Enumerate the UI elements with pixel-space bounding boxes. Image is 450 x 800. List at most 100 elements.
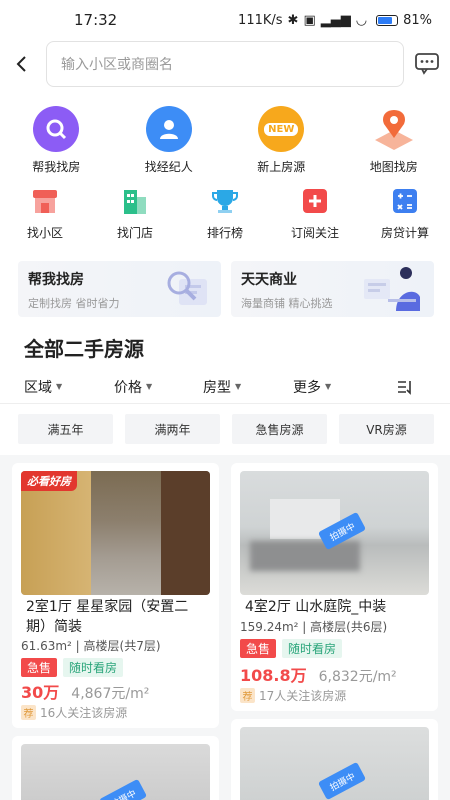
recommend-icon: 荐 [21, 705, 36, 720]
chevron-left-icon [16, 56, 26, 72]
follow-line: 荐 17人关注该房源 [240, 687, 346, 704]
nav-mortgage-calc[interactable]: 房贷计算 [360, 184, 450, 241]
listing-photo: 拍摄中 [240, 727, 429, 800]
listing-meta: 61.63m² | 高楼层(共7层) [21, 639, 161, 653]
nav-ranking[interactable]: 排行榜 [180, 184, 270, 241]
filter-more[interactable]: 更多 ▼ [293, 377, 331, 397]
listing-tags: 急售 随时看房 [240, 639, 343, 658]
total-price: 108.8万 [240, 666, 307, 685]
follow-line: 荐 16人关注该房源 [21, 704, 127, 721]
sort-icon [398, 380, 411, 395]
tag-viewable: 随时看房 [63, 658, 124, 677]
status-bar: 17:32 111K/s ✱ ▣ ▂▄▆ ◡ 81% [0, 0, 450, 40]
listing-photo: 拍摄中 [240, 471, 429, 595]
tag-urgent: 急售 [21, 658, 58, 677]
calculator-icon [388, 184, 422, 218]
price-line: 108.8万 6,832元/m² [240, 662, 397, 686]
filming-stamp: 拍摄中 [98, 778, 148, 800]
building-icon [118, 184, 152, 218]
listing-card[interactable]: 拍摄中 [12, 736, 219, 800]
total-price: 30万 [21, 683, 60, 702]
nav-help-find-house[interactable]: 帮我找房 [0, 106, 113, 175]
nav-label: 房贷计算 [380, 226, 429, 240]
nav-label: 订阅关注 [290, 226, 339, 240]
nav-find-store[interactable]: 找门店 [90, 184, 180, 241]
tag-urgent-sale[interactable]: 急售房源 [232, 414, 327, 444]
nav-label: 排行榜 [206, 226, 243, 240]
nav-find-community[interactable]: 找小区 [0, 184, 90, 241]
filming-stamp: 拍摄中 [317, 761, 367, 800]
photo-bed [250, 541, 360, 571]
shop-icon [28, 184, 62, 218]
map-pin-icon [371, 106, 417, 152]
promo-banners: 帮我找房 定制找房 省时省力 天天商业 海量商铺 精心挑选 [18, 261, 434, 317]
photo-wall [161, 471, 210, 595]
nav-label: 新上房源 [257, 160, 306, 174]
caret-down-icon: ▼ [235, 382, 242, 391]
filter-label: 区域 [24, 379, 52, 396]
filter-price[interactable]: 价格 ▼ [114, 377, 152, 397]
listing-tags: 急售 随时看房 [21, 658, 124, 677]
battery-percent: 81% [403, 12, 432, 28]
nfc-icon: ▣ [303, 12, 316, 28]
caret-down-icon: ▼ [325, 382, 332, 391]
filter-layout[interactable]: 房型 ▼ [203, 377, 241, 397]
message-button[interactable] [414, 50, 440, 76]
tag-vr-listings[interactable]: VR房源 [339, 414, 434, 444]
nav-find-agent[interactable]: 找经纪人 [113, 106, 226, 175]
plus-box-icon [298, 184, 332, 218]
primary-nav: 帮我找房 找经纪人 NEW 新上房源 地图找房 [0, 106, 450, 175]
caret-down-icon: ▼ [146, 382, 153, 391]
unit-price: 6,832元/m² [318, 669, 397, 685]
new-badge-icon: NEW [258, 106, 305, 152]
filter-label: 价格 [114, 379, 142, 396]
status-indicators: 111K/s ✱ ▣ ▂▄▆ ◡ 81% [238, 13, 432, 28]
listing-photo: 拍摄中 [21, 744, 210, 800]
nav-label: 找经纪人 [144, 160, 193, 174]
nav-label: 帮我找房 [32, 160, 81, 174]
banner-daily-business[interactable]: 天天商业 海量商铺 精心挑选 [231, 261, 434, 317]
listing-title: 2室1厅 星星家园（安置二期）简装 [26, 599, 189, 635]
trophy-icon [208, 184, 242, 218]
secondary-nav: 找小区 找门店 排行榜 订阅关注 房贷计算 [0, 184, 450, 241]
nav-new-listings[interactable]: NEW 新上房源 [225, 106, 338, 175]
filter-label: 房型 [203, 379, 231, 396]
tag-two-years[interactable]: 满两年 [125, 414, 220, 444]
listing-photo: 必看好房 [21, 471, 210, 595]
nav-label: 地图找房 [369, 160, 418, 174]
sort-button[interactable] [396, 379, 414, 395]
filter-area[interactable]: 区域 ▼ [24, 377, 62, 397]
listing-card[interactable]: 必看好房 2室1厅 星星家园（安置二期）简装 61.63m² | 高楼层(共7层… [12, 463, 219, 728]
quick-tags: 满五年 满两年 急售房源 VR房源 [18, 414, 434, 444]
listing-card[interactable]: 拍摄中 4室2厅 山水庭院_中装 159.24m² | 高楼层(共6层) 急售 … [231, 463, 438, 711]
network-speed: 111K/s [238, 12, 283, 28]
status-time: 17:32 [74, 11, 118, 29]
caret-down-icon: ▼ [56, 382, 63, 391]
bluetooth-icon: ✱ [287, 12, 299, 28]
search-row: 输入小区或商圈名 [0, 40, 450, 88]
signal-icon: ▂▄▆ [320, 12, 351, 28]
battery-icon [376, 14, 399, 26]
filter-label: 更多 [293, 379, 321, 396]
tag-viewable: 随时看房 [282, 639, 343, 658]
search-input[interactable]: 输入小区或商圈名 [46, 41, 404, 87]
listing-title: 4室2厅 山水庭院_中装 [245, 599, 387, 615]
wifi-icon: ◡ [355, 12, 368, 28]
nav-label: 找小区 [26, 226, 63, 240]
must-see-badge: 必看好房 [21, 471, 77, 491]
follow-count: 17人关注该房源 [259, 689, 347, 703]
agent-icon [145, 106, 192, 152]
nav-subscribe[interactable]: 订阅关注 [270, 184, 360, 241]
tag-five-years[interactable]: 满五年 [18, 414, 113, 444]
back-button[interactable] [0, 42, 44, 86]
chat-bubble-icon [415, 53, 439, 75]
price-line: 30万 4,867元/m² [21, 679, 149, 703]
listing-card[interactable]: 拍摄中 [231, 719, 438, 800]
banner-help-find[interactable]: 帮我找房 定制找房 省时省力 [18, 261, 221, 317]
magnifier-document-icon [167, 271, 207, 305]
businesswoman-illustration-icon [364, 267, 420, 311]
search-placeholder: 输入小区或商圈名 [61, 57, 173, 73]
nav-map-search[interactable]: 地图找房 [338, 106, 450, 175]
listing-meta: 159.24m² | 高楼层(共6层) [240, 620, 388, 634]
magnifier-icon [33, 106, 80, 152]
